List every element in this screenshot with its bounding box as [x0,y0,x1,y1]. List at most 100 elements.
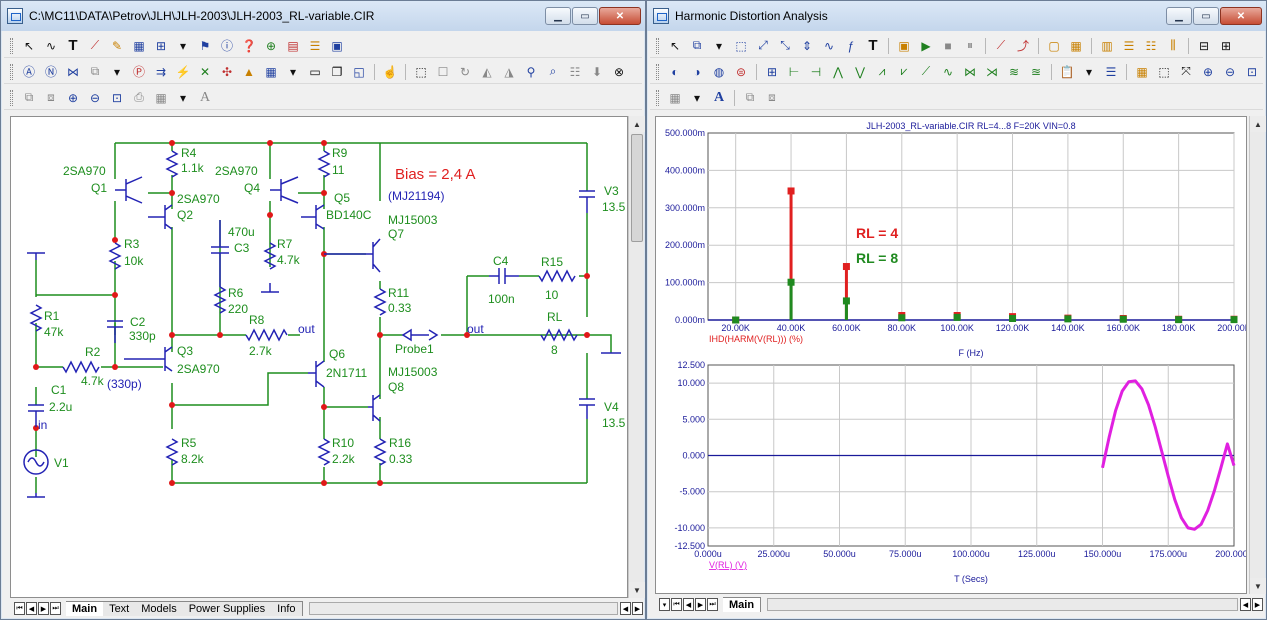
prev-page-icon[interactable]: ◀ [683,598,694,611]
cursor-right-icon[interactable]: ◑ [687,63,707,81]
low-icon[interactable]: ⩗ [894,63,914,81]
copy-icon[interactable]: ⧉ [687,37,707,55]
component-bus-icon[interactable]: ▦ [129,37,149,55]
run-icon[interactable]: ▶ [916,37,936,55]
power-icon[interactable]: Ⓟ [129,63,149,81]
tile-icon[interactable]: ⧈ [762,89,782,107]
scroll-left-icon[interactable]: ◀ [620,602,631,615]
tab-main[interactable]: Main [723,597,762,612]
cursor-left-icon[interactable]: ◐ [665,63,685,81]
log-chart-icon[interactable]: ⤴ [1013,37,1033,55]
node-numbers-icon[interactable]: Ⓝ [41,63,61,81]
fit-icon[interactable]: ⤢ [753,37,773,55]
scroll-left-icon[interactable]: ◀ [1240,598,1251,611]
checkbox-icon[interactable]: ☐ [433,63,453,81]
parameter-icon[interactable]: ▤ [283,37,303,55]
macro-icon[interactable]: ⊞ [151,37,171,55]
first-page-icon[interactable]: ⏮ [14,602,25,615]
test-point-icon[interactable]: ⊕ [261,37,281,55]
top-icon[interactable]: ≋ [1004,63,1024,81]
split-horizontal-icon[interactable]: ⊟ [1194,37,1214,55]
rotate-icon[interactable]: ↻ [455,63,475,81]
page-icon[interactable]: ▭ [305,63,325,81]
cursor-stop-icon[interactable]: ⊜ [731,63,751,81]
next-peak-icon[interactable]: ⊢ [784,63,804,81]
scroll-down-icon[interactable]: ▼ [629,582,645,598]
font-icon[interactable]: A [195,89,215,107]
global-low-icon[interactable]: ⋊ [982,63,1002,81]
tab-main[interactable]: Main [66,601,105,616]
copy-page-icon[interactable]: ❐ [327,63,347,81]
schematic-titlebar[interactable]: C:\MC11\DATA\Petrov\JLH\JLH-2003\JLH-200… [1,1,645,31]
tab-text[interactable]: Text [103,601,137,616]
find-icon[interactable]: ⚲ [521,63,541,81]
down-arrow-circle-icon[interactable]: ⬇ [587,63,607,81]
attribute-text-icon[interactable]: Ⓐ [19,63,39,81]
select-arrow-icon[interactable]: ↖ [19,37,39,55]
columns-icon[interactable]: ⫼ [1163,37,1183,55]
scale-y-icon[interactable]: ⇕ [797,37,817,55]
valley-icon[interactable]: ⋁ [850,63,870,81]
node-voltages-icon[interactable]: ⋈ [63,63,83,81]
zoom-fit-icon[interactable]: ⊡ [1242,63,1262,81]
inflection-icon[interactable]: ∿ [938,63,958,81]
pen-tool-icon[interactable]: ✎ [107,37,127,55]
layout-icon[interactable]: ▦ [665,89,685,107]
grid-window-icon[interactable]: ▦ [1066,37,1086,55]
select-arrow-icon[interactable]: ↖ [665,37,685,55]
last-page-icon[interactable]: ⏭ [50,602,61,615]
cascade-icon[interactable]: ⧉ [19,89,39,107]
info-icon[interactable]: ⓘ [217,37,237,55]
rubberband-icon[interactable]: ✣ [217,63,237,81]
properties-icon[interactable]: ▣ [327,37,347,55]
slope-icon[interactable]: ⟋ [916,63,936,81]
curve-icon[interactable]: ∿ [819,37,839,55]
scroll-down-icon[interactable]: ▼ [1250,578,1266,594]
line-chart-icon[interactable]: ⟋ [991,37,1011,55]
current-icon[interactable]: ⧉ [85,63,105,81]
binoculars-icon[interactable]: ⌕ [543,63,563,81]
scroll-up-icon[interactable]: ▲ [629,116,645,132]
help-icon[interactable]: ❓ [239,37,259,55]
pan-icon[interactable]: ⤧ [1176,63,1196,81]
data-points-icon[interactable]: ⊞ [762,63,782,81]
prev-page-icon[interactable]: ◀ [26,602,37,615]
zoom-out-icon[interactable]: ⊖ [1220,63,1240,81]
stop-circle-icon[interactable]: ⊗ [609,63,629,81]
layout-icon[interactable]: ▦ [151,89,171,107]
lightning-icon[interactable]: ⚡ [173,63,193,81]
wire-icon[interactable]: ∿ [41,37,61,55]
formula-icon[interactable]: ƒ [841,37,861,55]
scroll-thumb[interactable] [631,134,643,242]
stepping-icon[interactable]: ▦ [1132,63,1152,81]
pin-connections-icon[interactable]: ⇉ [151,63,171,81]
zoom-in-icon[interactable]: ⊕ [63,89,83,107]
high-icon[interactable]: ⩘ [872,63,892,81]
properties-icon[interactable]: ▣ [894,37,914,55]
flag-icon[interactable]: ⚑ [195,37,215,55]
analysis-titlebar[interactable]: Harmonic Distortion Analysis ▁ ▭ ✕ [647,1,1266,31]
analysis-vertical-scrollbar[interactable]: ▲ ▼ [1249,116,1266,594]
schematic-canvas[interactable]: R4 1.1k 2SA970 Q1 2SA970 Q2 2SA970 Q4 R9… [10,116,628,598]
grid-icon[interactable]: ▦ [261,63,281,81]
cursor-both-icon[interactable]: ◍ [709,63,729,81]
scroll-up-icon[interactable]: ▲ [1250,116,1266,132]
tab-power-supplies[interactable]: Power Supplies [182,601,273,616]
bottom-icon[interactable]: ≊ [1026,63,1046,81]
table-icon[interactable]: ☰ [305,37,325,55]
clipboard-icon[interactable]: 📋 [1057,63,1077,81]
numeric-output-icon[interactable]: ▥ [1097,37,1117,55]
text-output-icon[interactable]: ☰ [1101,63,1121,81]
zoom-box-icon[interactable]: ⬚ [1154,63,1174,81]
horizontal-scrollbar[interactable] [308,602,618,615]
minimize-button[interactable]: ▁ [1166,7,1192,25]
mirror-icon[interactable]: ◭ [477,63,497,81]
zoom-in-icon[interactable]: ⊕ [1198,63,1218,81]
cross-wire-icon[interactable]: ✕ [195,63,215,81]
dropdown-arrow-icon[interactable]: ▾ [687,89,707,107]
global-high-icon[interactable]: ⋈ [960,63,980,81]
cascade-icon[interactable]: ⧉ [740,89,760,107]
text-tool-icon[interactable]: T [863,37,883,55]
tile-icon[interactable]: ⧈ [41,89,61,107]
peak-icon[interactable]: ⋀ [828,63,848,81]
